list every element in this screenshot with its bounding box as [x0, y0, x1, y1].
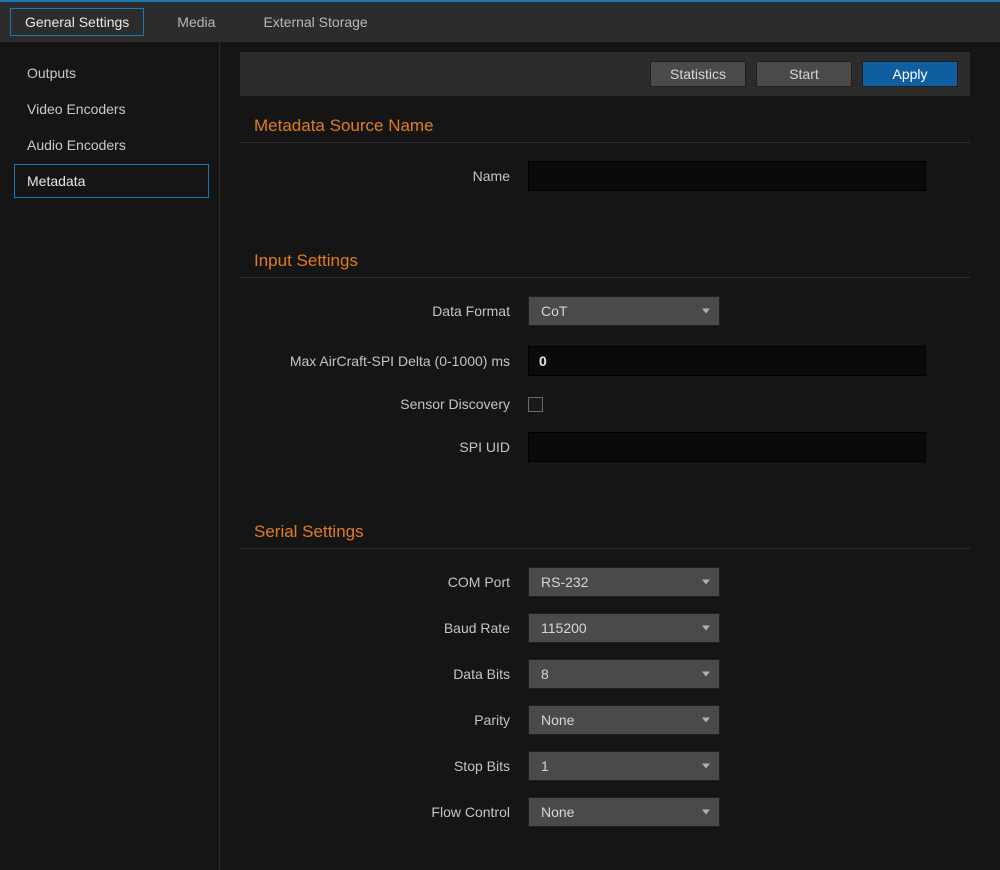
- section-title-serial-settings: Serial Settings: [254, 522, 970, 542]
- label-sensor-discovery: Sensor Discovery: [240, 396, 528, 412]
- flow-control-select[interactable]: None: [528, 797, 720, 827]
- max-delta-input[interactable]: [528, 346, 926, 376]
- label-com-port: COM Port: [240, 574, 528, 590]
- tab-external-storage[interactable]: External Storage: [248, 8, 382, 36]
- com-port-select[interactable]: RS-232: [528, 567, 720, 597]
- baud-rate-select[interactable]: 115200: [528, 613, 720, 643]
- sidebar-item-audio-encoders[interactable]: Audio Encoders: [14, 128, 209, 162]
- section-separator: [240, 142, 970, 143]
- sidebar-item-video-encoders[interactable]: Video Encoders: [14, 92, 209, 126]
- tab-general-settings[interactable]: General Settings: [10, 8, 144, 36]
- label-data-format: Data Format: [240, 303, 528, 319]
- name-input[interactable]: [528, 161, 926, 191]
- spi-uid-input[interactable]: [528, 432, 926, 462]
- sidebar-item-outputs[interactable]: Outputs: [14, 56, 209, 90]
- label-stop-bits: Stop Bits: [240, 758, 528, 774]
- label-max-delta: Max AirCraft-SPI Delta (0-1000) ms: [240, 353, 528, 369]
- action-bar: Statistics Start Apply: [240, 52, 970, 96]
- sidebar: Outputs Video Encoders Audio Encoders Me…: [0, 42, 220, 870]
- data-format-select[interactable]: CoT: [528, 296, 720, 326]
- start-button[interactable]: Start: [756, 61, 852, 87]
- label-spi-uid: SPI UID: [240, 439, 528, 455]
- stop-bits-select[interactable]: 1: [528, 751, 720, 781]
- statistics-button[interactable]: Statistics: [650, 61, 746, 87]
- label-name: Name: [240, 168, 528, 184]
- sidebar-item-metadata[interactable]: Metadata: [14, 164, 209, 198]
- section-title-metadata-source: Metadata Source Name: [254, 116, 970, 136]
- sensor-discovery-checkbox[interactable]: [528, 397, 543, 412]
- section-separator: [240, 277, 970, 278]
- label-parity: Parity: [240, 712, 528, 728]
- content-pane: Statistics Start Apply Metadata Source N…: [220, 42, 1000, 870]
- label-data-bits: Data Bits: [240, 666, 528, 682]
- tab-media[interactable]: Media: [162, 8, 230, 36]
- label-baud-rate: Baud Rate: [240, 620, 528, 636]
- section-separator: [240, 548, 970, 549]
- top-tab-strip: General Settings Media External Storage: [0, 2, 1000, 42]
- section-title-input-settings: Input Settings: [254, 251, 970, 271]
- apply-button[interactable]: Apply: [862, 61, 958, 87]
- data-bits-select[interactable]: 8: [528, 659, 720, 689]
- label-flow-control: Flow Control: [240, 804, 528, 820]
- parity-select[interactable]: None: [528, 705, 720, 735]
